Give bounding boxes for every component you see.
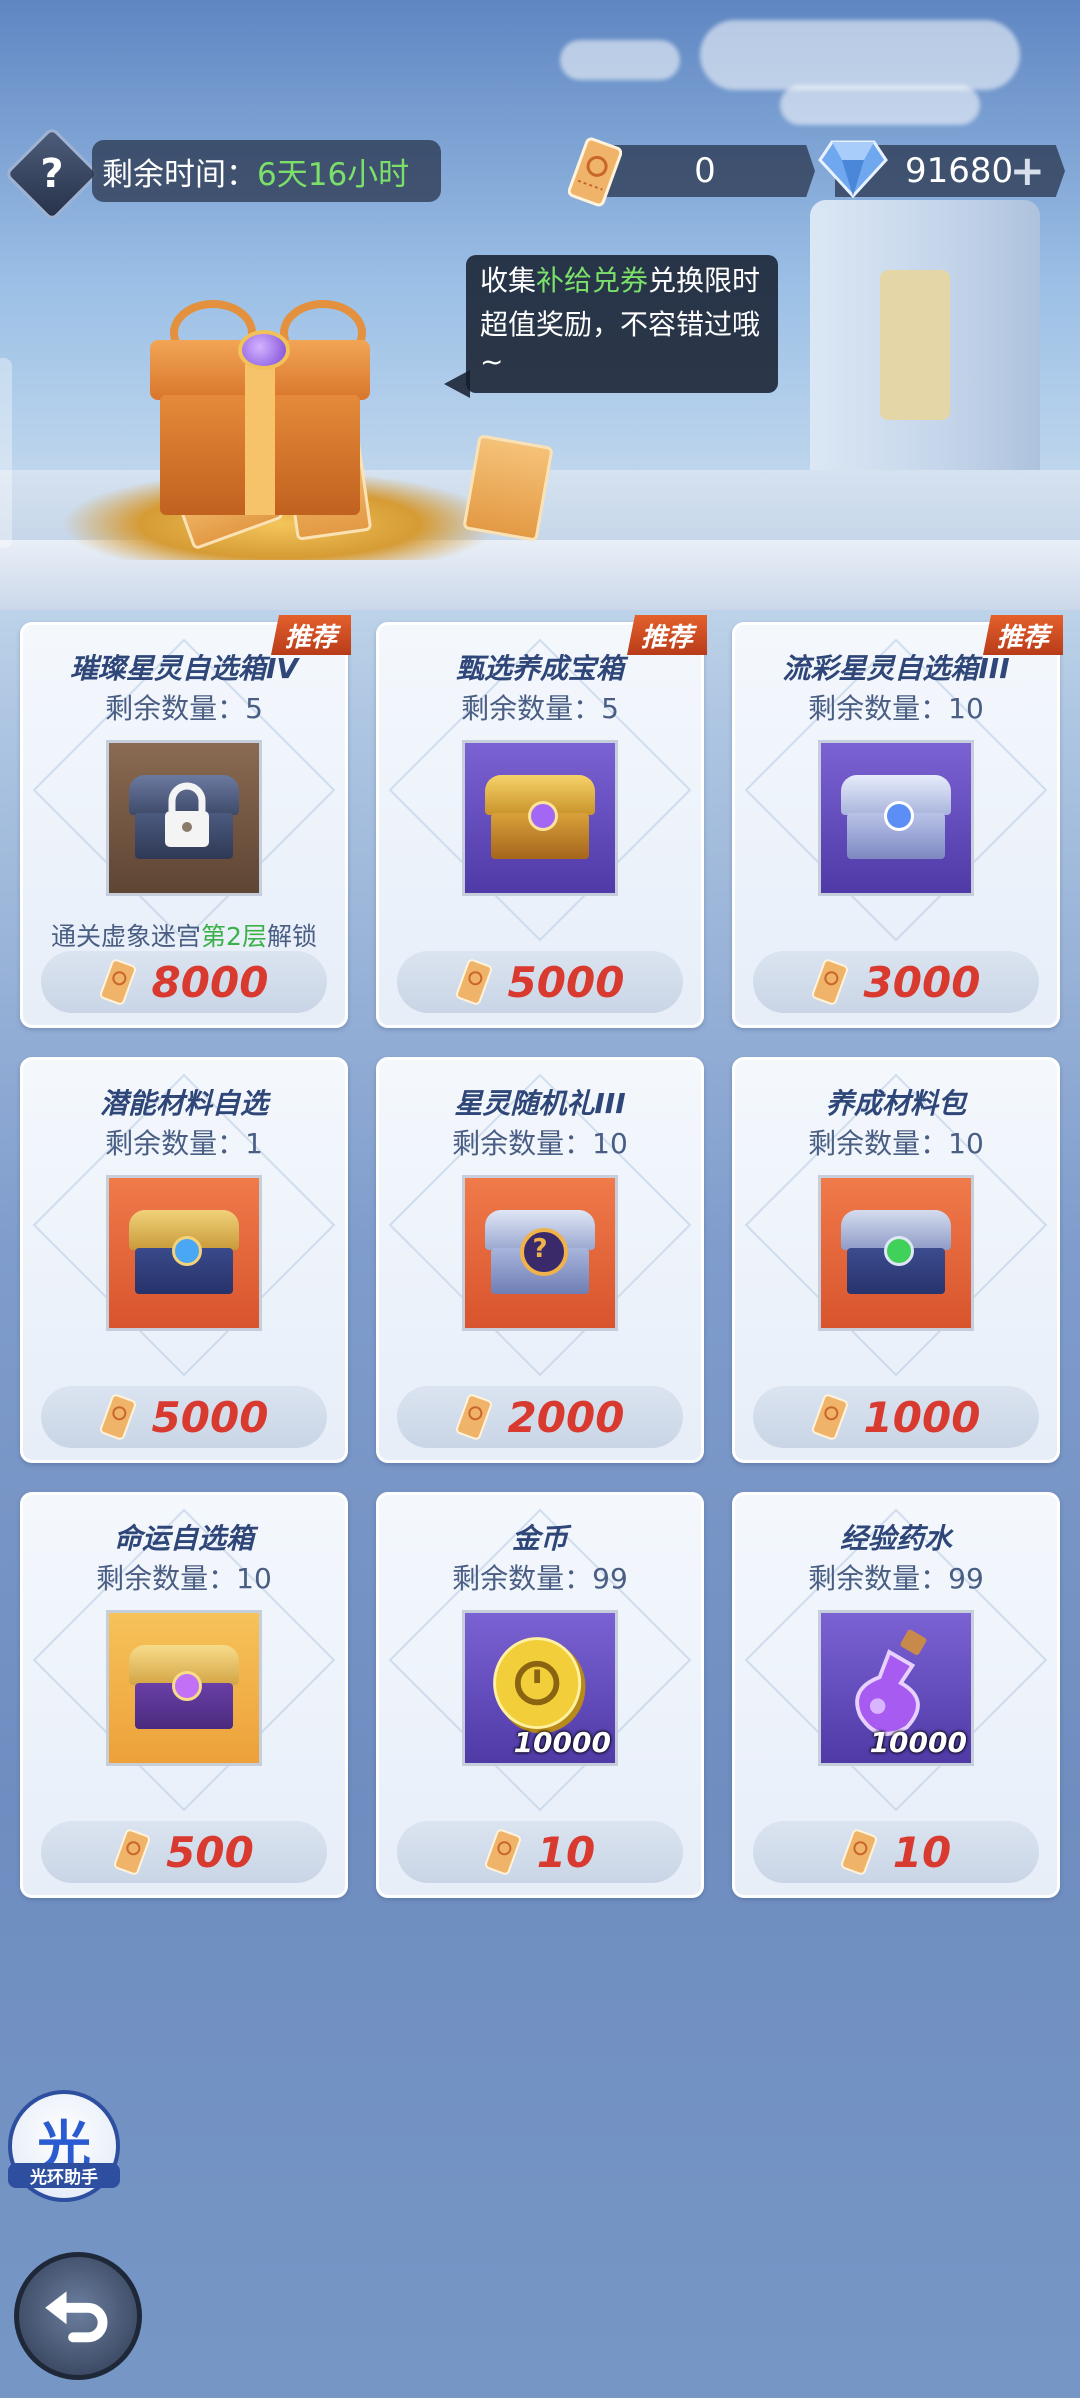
product-title: 经验药水 [839, 1522, 952, 1555]
ticket-icon [811, 1394, 848, 1440]
bubble-line-1: 收集补给兑券兑换限时 [480, 264, 761, 297]
product-card[interactable]: 命运自选箱 剩余数量：10 500 [20, 1492, 348, 1898]
item-quantity: 10000 [513, 1726, 611, 1759]
ticket-icon [455, 1394, 492, 1440]
add-gems-button[interactable]: + [1010, 150, 1045, 192]
product-title: 命运自选箱 [113, 1522, 254, 1555]
product-title: 养成材料包 [825, 1087, 966, 1120]
product-card[interactable]: 推荐 璀璨星灵自选箱IV 剩余数量：5 通关虚象迷宫第2层解锁 8000 [20, 615, 351, 1028]
product-card[interactable]: 养成材料包 剩余数量：10 1000 [732, 1057, 1060, 1463]
product-title: 潜能材料自选 [99, 1087, 268, 1120]
price-value: 500 [166, 1827, 254, 1877]
product-title: 甄选养成宝箱 [455, 652, 624, 685]
back-button[interactable] [14, 2252, 142, 2380]
product-title: 星灵随机礼III [454, 1087, 626, 1120]
gold-coin-thumbnail: 10000 [462, 1610, 618, 1766]
price-value: 1000 [863, 1392, 981, 1442]
question-mark-icon: ? [532, 1234, 548, 1264]
exp-potion-thumbnail: 10000 [818, 1610, 974, 1766]
price-value: 10 [536, 1827, 596, 1877]
gift-box-illustration [140, 300, 380, 520]
product-stock: 剩余数量：10 [452, 1127, 628, 1160]
price-value: 5000 [507, 957, 625, 1007]
timer-label: 剩余时间： [102, 156, 257, 193]
ticket-icon [568, 137, 622, 207]
ticket-balance-value: 0 [694, 151, 716, 191]
product-card[interactable]: 星灵随机礼III 剩余数量：10 ? 2000 [376, 1057, 704, 1463]
potion-icon [855, 1629, 927, 1736]
cloud [560, 40, 680, 80]
buy-button[interactable]: 500 [41, 1821, 327, 1883]
product-title: 璀璨星灵自选箱IV [69, 652, 299, 685]
product-title: 金币 [511, 1522, 568, 1555]
product-stock: 剩余数量：1 [105, 1127, 263, 1160]
product-stock: 剩余数量：5 [461, 692, 619, 725]
price-value: 5000 [151, 1392, 269, 1442]
buy-button[interactable]: 1000 [753, 1386, 1039, 1448]
product-stock: 剩余数量：99 [808, 1562, 984, 1595]
locked-chest-thumbnail [106, 740, 262, 896]
bubble-line-2: 超值奖励，不容错过哦 [480, 308, 761, 341]
product-title: 流彩星灵自选箱III [782, 652, 1010, 685]
assistant-label: 光环助手 [8, 2163, 120, 2188]
ticket-icon [99, 959, 136, 1005]
ticket-icon [840, 1829, 877, 1875]
product-stock: 剩余数量：10 [96, 1562, 272, 1595]
destiny-chest-thumbnail [106, 1610, 262, 1766]
unlock-condition: 通关虚象迷宫第2层解锁 [51, 922, 317, 951]
remaining-time-display: 剩余时间： 6天16小时 [92, 140, 441, 202]
lock-icon [165, 782, 209, 847]
product-stock: 剩余数量：10 [808, 1127, 984, 1160]
product-card[interactable]: 推荐 流彩星灵自选箱III 剩余数量：10 3000 [732, 615, 1063, 1028]
material-pack-chest-thumbnail [818, 1175, 974, 1331]
product-stock: 剩余数量：99 [452, 1562, 628, 1595]
ticket-icon [811, 959, 848, 1005]
price-value: 8000 [151, 957, 269, 1007]
product-card[interactable]: 推荐 甄选养成宝箱 剩余数量：5 5000 [376, 615, 707, 1028]
product-card[interactable]: 潜能材料自选 剩余数量：1 5000 [20, 1057, 348, 1463]
buy-button[interactable]: 8000 [41, 951, 327, 1013]
buy-button[interactable]: 10 [753, 1821, 1039, 1883]
price-value: 10 [892, 1827, 952, 1877]
ticket-icon [455, 959, 492, 1005]
cloud [700, 20, 1020, 90]
price-value: 2000 [507, 1392, 625, 1442]
buy-button[interactable]: 5000 [397, 951, 683, 1013]
help-button[interactable]: ? [3, 125, 101, 223]
diamond-icon [818, 140, 888, 199]
gem-balance-value: 91680 [905, 151, 1014, 191]
buy-button[interactable]: 3000 [753, 951, 1039, 1013]
ticket-icon [114, 1829, 151, 1875]
back-arrow-icon [45, 2291, 108, 2343]
buy-button[interactable]: 5000 [41, 1386, 327, 1448]
ticket-icon [484, 1829, 521, 1875]
product-stock: 剩余数量：10 [808, 692, 984, 725]
item-quantity: 10000 [869, 1726, 967, 1759]
ticket-icon [99, 1394, 136, 1440]
bubble-line-3: ~ [480, 345, 504, 378]
timer-value: 6天16小时 [257, 156, 410, 193]
silver-chest-thumbnail [818, 740, 974, 896]
product-stock: 剩余数量：5 [105, 692, 263, 725]
product-card[interactable]: 金币 剩余数量：99 10000 10 [376, 1492, 704, 1898]
random-gift-chest-thumbnail: ? [462, 1175, 618, 1331]
ticket-balance: 0 [595, 145, 815, 197]
buy-button[interactable]: 10 [397, 1821, 683, 1883]
product-card[interactable]: 经验药水 剩余数量：99 10000 10 [732, 1492, 1060, 1898]
info-speech-bubble: 收集补给兑券兑换限时 超值奖励，不容错过哦 ~ [466, 255, 778, 393]
material-chest-thumbnail [106, 1175, 262, 1331]
question-icon: ? [40, 151, 64, 197]
golden-chest-thumbnail [462, 740, 618, 896]
cloud [780, 85, 980, 125]
side-drawer-handle[interactable] [0, 358, 12, 548]
halo-assistant-button[interactable]: 光 光环助手 [8, 2090, 120, 2202]
buy-button[interactable]: 2000 [397, 1386, 683, 1448]
price-value: 3000 [863, 957, 981, 1007]
